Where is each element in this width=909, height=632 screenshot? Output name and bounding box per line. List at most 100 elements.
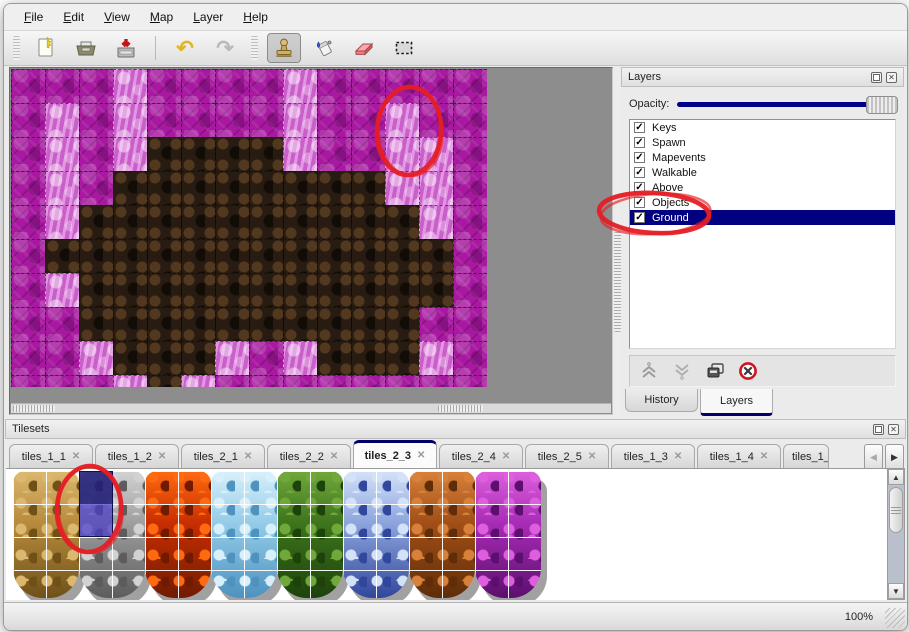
map-tile[interactable]	[45, 375, 79, 387]
map-tile[interactable]	[453, 171, 487, 205]
map-tile[interactable]	[249, 69, 283, 103]
toolbar-drag-handle[interactable]	[251, 36, 258, 60]
tab-close-icon[interactable]: ✕	[502, 451, 510, 462]
map-tile[interactable]	[79, 103, 113, 137]
new-file-button[interactable]	[29, 33, 63, 63]
menu-item-help[interactable]: Help	[233, 6, 278, 28]
close-panel-icon[interactable]: ✕	[888, 424, 899, 435]
map-tile[interactable]	[45, 273, 79, 307]
map-tile[interactable]	[317, 205, 351, 239]
map-viewport[interactable]	[9, 67, 613, 415]
map-tile[interactable]	[181, 273, 215, 307]
scroll-up-button[interactable]: ▲	[888, 469, 904, 485]
map-tile[interactable]	[215, 307, 249, 341]
map-tile[interactable]	[147, 239, 181, 273]
splitter-grip-vertical[interactable]	[614, 232, 621, 332]
map-tile[interactable]	[283, 205, 317, 239]
map-tile[interactable]	[181, 307, 215, 341]
map-tile[interactable]	[351, 307, 385, 341]
select-tool-button[interactable]	[387, 33, 421, 63]
tab-close-icon[interactable]: ✕	[330, 451, 338, 462]
tileset-tab-tiles_2_2[interactable]: tiles_2_2✕	[267, 444, 351, 468]
map-tile[interactable]	[419, 103, 453, 137]
map-tile[interactable]	[181, 375, 215, 387]
map-tile[interactable]	[419, 307, 453, 341]
lower-layer-button[interactable]	[671, 360, 693, 382]
tileset-bush-leaf-green[interactable]	[277, 471, 343, 598]
map-tile[interactable]	[113, 137, 147, 171]
map-tile[interactable]	[215, 69, 249, 103]
map-tile[interactable]	[249, 137, 283, 171]
map-tile[interactable]	[351, 239, 385, 273]
opacity-slider[interactable]	[677, 102, 896, 107]
map-tile[interactable]	[113, 375, 147, 387]
layer-row-objects[interactable]: ✓Objects	[630, 195, 895, 210]
map-tile[interactable]	[79, 307, 113, 341]
tileset-tab-tiles_2_5[interactable]: tiles_2_5✕	[525, 444, 609, 468]
layer-row-spawn[interactable]: ✓Spawn	[630, 135, 895, 150]
tileset-palette[interactable]	[6, 468, 887, 600]
map-tile[interactable]	[385, 341, 419, 375]
tileset-bush-copper[interactable]	[409, 471, 475, 598]
map-tile[interactable]	[45, 137, 79, 171]
save-file-button[interactable]	[109, 33, 143, 63]
layer-visibility-checkbox[interactable]: ✓	[634, 137, 645, 148]
map-tile[interactable]	[215, 341, 249, 375]
map-tile[interactable]	[283, 239, 317, 273]
map-tile[interactable]	[79, 273, 113, 307]
map-tile[interactable]	[215, 171, 249, 205]
map-tile[interactable]	[317, 375, 351, 387]
map-tile[interactable]	[249, 375, 283, 387]
map-tile[interactable]	[79, 375, 113, 387]
map-tile[interactable]	[181, 205, 215, 239]
map-tile[interactable]	[317, 171, 351, 205]
map-tile[interactable]	[11, 307, 45, 341]
map-tile[interactable]	[249, 103, 283, 137]
toolbar-drag-handle[interactable]	[13, 36, 20, 60]
map-tile[interactable]	[249, 205, 283, 239]
map-tile[interactable]	[79, 137, 113, 171]
map-tile[interactable]	[351, 273, 385, 307]
tab-close-icon[interactable]: ✕	[72, 451, 80, 462]
layer-row-mapevents[interactable]: ✓Mapevents	[630, 150, 895, 165]
map-tile[interactable]	[181, 69, 215, 103]
map-tile[interactable]	[11, 375, 45, 387]
splitter-grip-horizontal[interactable]	[438, 405, 483, 412]
map-tile[interactable]	[11, 341, 45, 375]
layer-visibility-checkbox[interactable]: ✓	[634, 122, 645, 133]
map-tile[interactable]	[45, 239, 79, 273]
map-tile[interactable]	[317, 137, 351, 171]
map-tile[interactable]	[11, 137, 45, 171]
layer-visibility-checkbox[interactable]: ✓	[634, 182, 645, 193]
map-tile[interactable]	[181, 171, 215, 205]
layer-row-keys[interactable]: ✓Keys	[630, 120, 895, 135]
map-tile[interactable]	[419, 205, 453, 239]
map-tile[interactable]	[283, 69, 317, 103]
map-tile[interactable]	[385, 307, 419, 341]
map-tile[interactable]	[45, 205, 79, 239]
map-tile[interactable]	[385, 137, 419, 171]
tileset-bush-ice-blue[interactable]	[211, 471, 277, 598]
map-tile[interactable]	[453, 205, 487, 239]
map-tile[interactable]	[11, 205, 45, 239]
tileset-tab-tiles_2_1[interactable]: tiles_2_1✕	[181, 444, 265, 468]
map-tile[interactable]	[385, 69, 419, 103]
map-tile[interactable]	[385, 273, 419, 307]
menu-item-view[interactable]: View	[94, 6, 140, 28]
map-tile[interactable]	[249, 239, 283, 273]
scroll-down-button[interactable]: ▼	[888, 583, 904, 599]
map-tile[interactable]	[45, 103, 79, 137]
map-tile[interactable]	[11, 171, 45, 205]
tileset-tab-tiles_1[interactable]: tiles_1_	[783, 444, 829, 468]
map-tile[interactable]	[147, 103, 181, 137]
map-tile[interactable]	[283, 273, 317, 307]
tab-layers[interactable]: Layers	[700, 389, 773, 416]
redo-button[interactable]: ↷	[208, 33, 242, 63]
map-tile[interactable]	[317, 69, 351, 103]
map-tile[interactable]	[181, 103, 215, 137]
tileset-vertical-scrollbar[interactable]: ▲ ▼	[887, 468, 905, 600]
map-tile[interactable]	[351, 137, 385, 171]
tab-close-icon[interactable]: ✕	[417, 450, 425, 461]
map-tile[interactable]	[113, 171, 147, 205]
map-tile[interactable]	[385, 205, 419, 239]
